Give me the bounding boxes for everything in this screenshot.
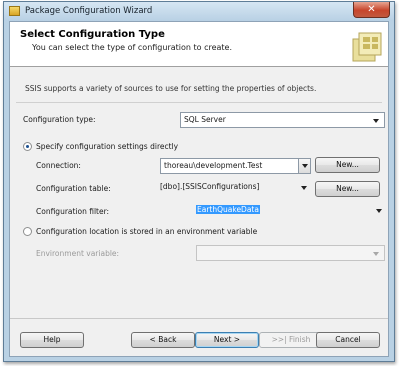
new-connection-button[interactable]: New... [315, 157, 380, 173]
chevron-down-icon [373, 119, 379, 123]
finish-button[interactable]: >>| Finish [259, 332, 323, 348]
environment-variable-option-label: Configuration location is stored in an e… [36, 227, 258, 236]
close-icon: ✕ [367, 4, 376, 15]
direct-settings-radio[interactable] [23, 142, 32, 151]
wizard-window: Package Configuration Wizard ✕ Select Co… [3, 1, 395, 362]
chevron-down-icon [373, 252, 379, 256]
next-button[interactable]: Next > [195, 332, 259, 348]
chevron-down-icon [301, 186, 307, 190]
configuration-filter-label: Configuration filter: [36, 207, 110, 216]
configuration-table-select[interactable]: [dbo].[SSISConfigurations] [160, 180, 311, 196]
connection-dropdown-button[interactable] [298, 159, 310, 173]
connection-select[interactable]: thoreau\development.Test [160, 158, 311, 174]
configuration-table-value: [dbo].[SSISConfigurations] [160, 182, 260, 191]
wizard-client-area: Select Configuration Type You can select… [9, 21, 389, 357]
cancel-button[interactable]: Cancel [316, 332, 380, 348]
configuration-filter-select[interactable]: EarthQuakeData [196, 203, 386, 219]
configuration-type-select[interactable]: SQL Server [180, 112, 385, 128]
connection-value: thoreau\development.Test [164, 161, 263, 170]
configuration-filter-value: EarthQuakeData [196, 205, 260, 214]
window-title: Package Configuration Wizard [25, 6, 153, 16]
package-icon [9, 6, 20, 16]
footer-divider [10, 318, 388, 319]
chevron-down-icon [302, 164, 308, 168]
configuration-type-label: Configuration type: [23, 115, 96, 124]
configuration-type-value: SQL Server [184, 115, 226, 124]
help-button[interactable]: Help [20, 332, 84, 348]
page-title: Select Configuration Type [20, 29, 165, 40]
environment-variable-radio[interactable] [23, 227, 32, 236]
configuration-table-label: Configuration table: [36, 184, 111, 193]
wizard-package-icon [352, 32, 382, 62]
direct-settings-label: Specify configuration settings directly [36, 142, 179, 151]
title-bar[interactable]: Package Configuration Wizard ✕ [4, 2, 394, 21]
close-button[interactable]: ✕ [353, 2, 390, 18]
divider [16, 102, 382, 103]
environment-variable-label: Environment variable: [36, 249, 120, 258]
environment-variable-select[interactable] [196, 245, 385, 261]
new-table-button[interactable]: New... [315, 181, 380, 197]
intro-text: SSIS supports a variety of sources to us… [25, 84, 317, 93]
page-subtitle: You can select the type of configuration… [32, 43, 233, 52]
wizard-header: Select Configuration Type You can select… [10, 22, 388, 67]
connection-label: Connection: [36, 161, 81, 170]
back-button[interactable]: < Back [131, 332, 195, 348]
chevron-down-icon [376, 209, 382, 213]
